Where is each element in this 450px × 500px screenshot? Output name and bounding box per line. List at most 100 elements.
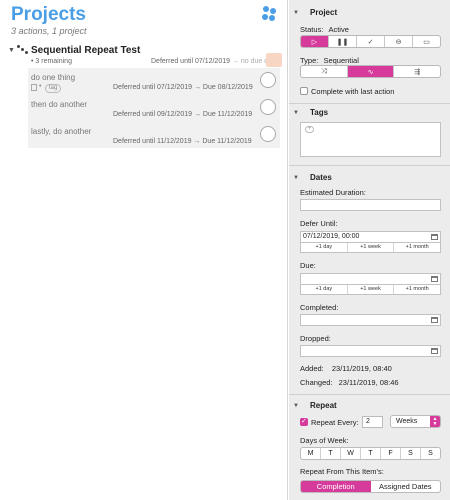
type-label-text: Type: (300, 56, 319, 65)
day-thursday[interactable]: T (361, 448, 381, 459)
day-friday[interactable]: F (381, 448, 401, 459)
section-title-repeat: Repeat (310, 401, 337, 410)
repeat-every-checkbox[interactable] (300, 417, 308, 426)
status-label-text: Status: (300, 25, 324, 34)
sequential-project-icon (17, 45, 29, 55)
section-title-dates: Dates (310, 173, 332, 182)
day-wednesday[interactable]: W (341, 448, 361, 459)
check-icon[interactable]: ✓ (357, 36, 385, 47)
tags-field[interactable]: + (300, 122, 441, 157)
due-plus-month-button[interactable]: +1 month (394, 285, 440, 294)
section-disclosure-icon[interactable]: ▼ (293, 10, 299, 16)
completed-label: Completed: (300, 303, 339, 312)
defer-plus-week-button[interactable]: +1 week (348, 243, 395, 252)
pane-divider[interactable] (287, 0, 288, 500)
parallel-icon[interactable]: ⤨ (301, 66, 348, 77)
action-name[interactable]: do one thing (31, 73, 75, 82)
tag-chip[interactable]: tag (45, 84, 62, 93)
completion-circle[interactable] (260, 99, 276, 115)
perspective-icon[interactable] (261, 6, 277, 22)
changed-label: Changed: (300, 378, 333, 387)
project-dates: Deferred until 07/12/2019 → no due date (151, 58, 278, 65)
added-row: Added: 23/11/2019, 08:40 (300, 364, 392, 373)
repeat-unit-select[interactable]: Weeks ▲ ▼ (390, 415, 441, 428)
defer-quick-buttons: +1 day +1 week +1 month (300, 243, 441, 253)
days-of-week-label: Days of Week: (300, 436, 349, 445)
note-icon (31, 84, 37, 91)
status-label: Status: Active (300, 25, 349, 34)
section-title-project: Project (310, 8, 338, 17)
dropped-field[interactable] (300, 345, 441, 357)
complete-with-last-label: Complete with last action (311, 87, 395, 96)
due-plus-week-button[interactable]: +1 week (348, 285, 395, 294)
repeat-from-label: Repeat From This Item's: (300, 467, 384, 476)
action-name[interactable]: then do another (31, 100, 87, 109)
disclosure-triangle-icon[interactable]: ▼ (8, 47, 15, 54)
type-segmented-control[interactable]: ⤨ ∿ ⇶ (300, 65, 441, 78)
calendar-icon[interactable] (431, 317, 438, 323)
action-row[interactable]: then do another Deferred until 09/12/201… (28, 95, 280, 122)
due-field[interactable] (300, 273, 441, 285)
status-segmented-control[interactable]: ▷ ❚❚ ✓ ⊖ ▭ (300, 35, 441, 48)
repeat-from-control[interactable]: Completion Assigned Dates (300, 480, 441, 493)
section-disclosure-icon[interactable]: ▼ (293, 110, 299, 116)
complete-with-last-checkbox[interactable] (300, 87, 308, 95)
estimated-duration-field[interactable] (300, 199, 441, 211)
outline-pane: Projects 3 actions, 1 project ▼ Sequenti… (0, 0, 288, 500)
estimated-duration-label: Estimated Duration: (300, 188, 366, 197)
due-plus-day-button[interactable]: +1 day (301, 285, 348, 294)
page-title: Projects (11, 4, 86, 25)
completed-field[interactable] (300, 314, 441, 326)
section-title-tags: Tags (310, 108, 329, 117)
due-quick-buttons: +1 day +1 week +1 month (300, 285, 441, 295)
section-disclosure-icon[interactable]: ▼ (293, 403, 299, 409)
chevron-up-down-icon[interactable]: ▲ ▼ (430, 416, 440, 427)
day-sunday[interactable]: S (421, 448, 440, 459)
day-monday[interactable]: M (301, 448, 321, 459)
project-name[interactable]: Sequential Repeat Test (31, 45, 140, 56)
action-row[interactable]: lastly, do another Deferred until 11/12/… (28, 122, 280, 149)
add-tag-icon[interactable]: + (305, 126, 314, 133)
action-name[interactable]: lastly, do another (31, 127, 91, 136)
repeat-interval-field[interactable]: 2 (362, 416, 383, 428)
calendar-icon[interactable] (431, 348, 438, 354)
action-dates: Deferred until 09/12/2019 → Due 11/12/20… (113, 111, 253, 118)
section-divider (289, 165, 450, 166)
pause-icon[interactable]: ❚❚ (329, 36, 357, 47)
day-saturday[interactable]: S (401, 448, 421, 459)
days-of-week-control[interactable]: M T W T F S S (300, 447, 441, 460)
project-status-circle[interactable] (266, 53, 282, 67)
defer-plus-month-button[interactable]: +1 month (394, 243, 440, 252)
project-deferred: Deferred until 07/12/2019 (151, 58, 230, 65)
defer-plus-day-button[interactable]: +1 day (301, 243, 348, 252)
section-disclosure-icon[interactable]: ▼ (293, 175, 299, 181)
repeat-unit-value: Weeks (396, 418, 418, 425)
day-tuesday[interactable]: T (321, 448, 341, 459)
calendar-icon[interactable] (431, 276, 438, 282)
action-row[interactable]: do one thing • tag Deferred until 07/12/… (28, 68, 280, 95)
completion-circle[interactable] (260, 72, 276, 88)
single-actions-icon[interactable]: ⇶ (394, 66, 440, 77)
action-dates: Deferred until 11/12/2019 → Due 11/12/20… (113, 138, 252, 145)
dropped-icon[interactable]: ⊖ (385, 36, 413, 47)
due-label: Due: (300, 261, 316, 270)
action-dates: Deferred until 07/12/2019 → Due 08/12/20… (113, 84, 253, 91)
added-label: Added: (300, 364, 324, 373)
repeat-from-completion[interactable]: Completion (301, 481, 371, 492)
type-value: Sequential (323, 56, 359, 65)
calendar-icon[interactable] (431, 234, 438, 240)
defer-until-field[interactable]: 07/12/2019, 00:00 (300, 231, 441, 243)
added-value: 23/11/2019, 08:40 (331, 364, 392, 373)
page-subtitle: 3 actions, 1 project (11, 26, 87, 36)
inspector-pane: ▼ Project Status: Active ▷ ❚❚ ✓ ⊖ ▭ Type… (289, 0, 450, 500)
defer-until-label: Defer Until: (300, 219, 338, 228)
folder-icon[interactable]: ▭ (413, 36, 440, 47)
separator-dot: • (39, 83, 42, 90)
project-remaining: • 3 remaining (31, 58, 72, 65)
defer-until-value: 07/12/2019, 00:00 (303, 233, 360, 240)
repeat-from-assigned-dates[interactable]: Assigned Dates (371, 481, 441, 492)
sequential-icon[interactable]: ∿ (347, 66, 395, 77)
play-icon[interactable]: ▷ (301, 36, 329, 47)
completion-circle[interactable] (260, 126, 276, 142)
repeat-every-label: Repeat Every: (311, 418, 359, 427)
